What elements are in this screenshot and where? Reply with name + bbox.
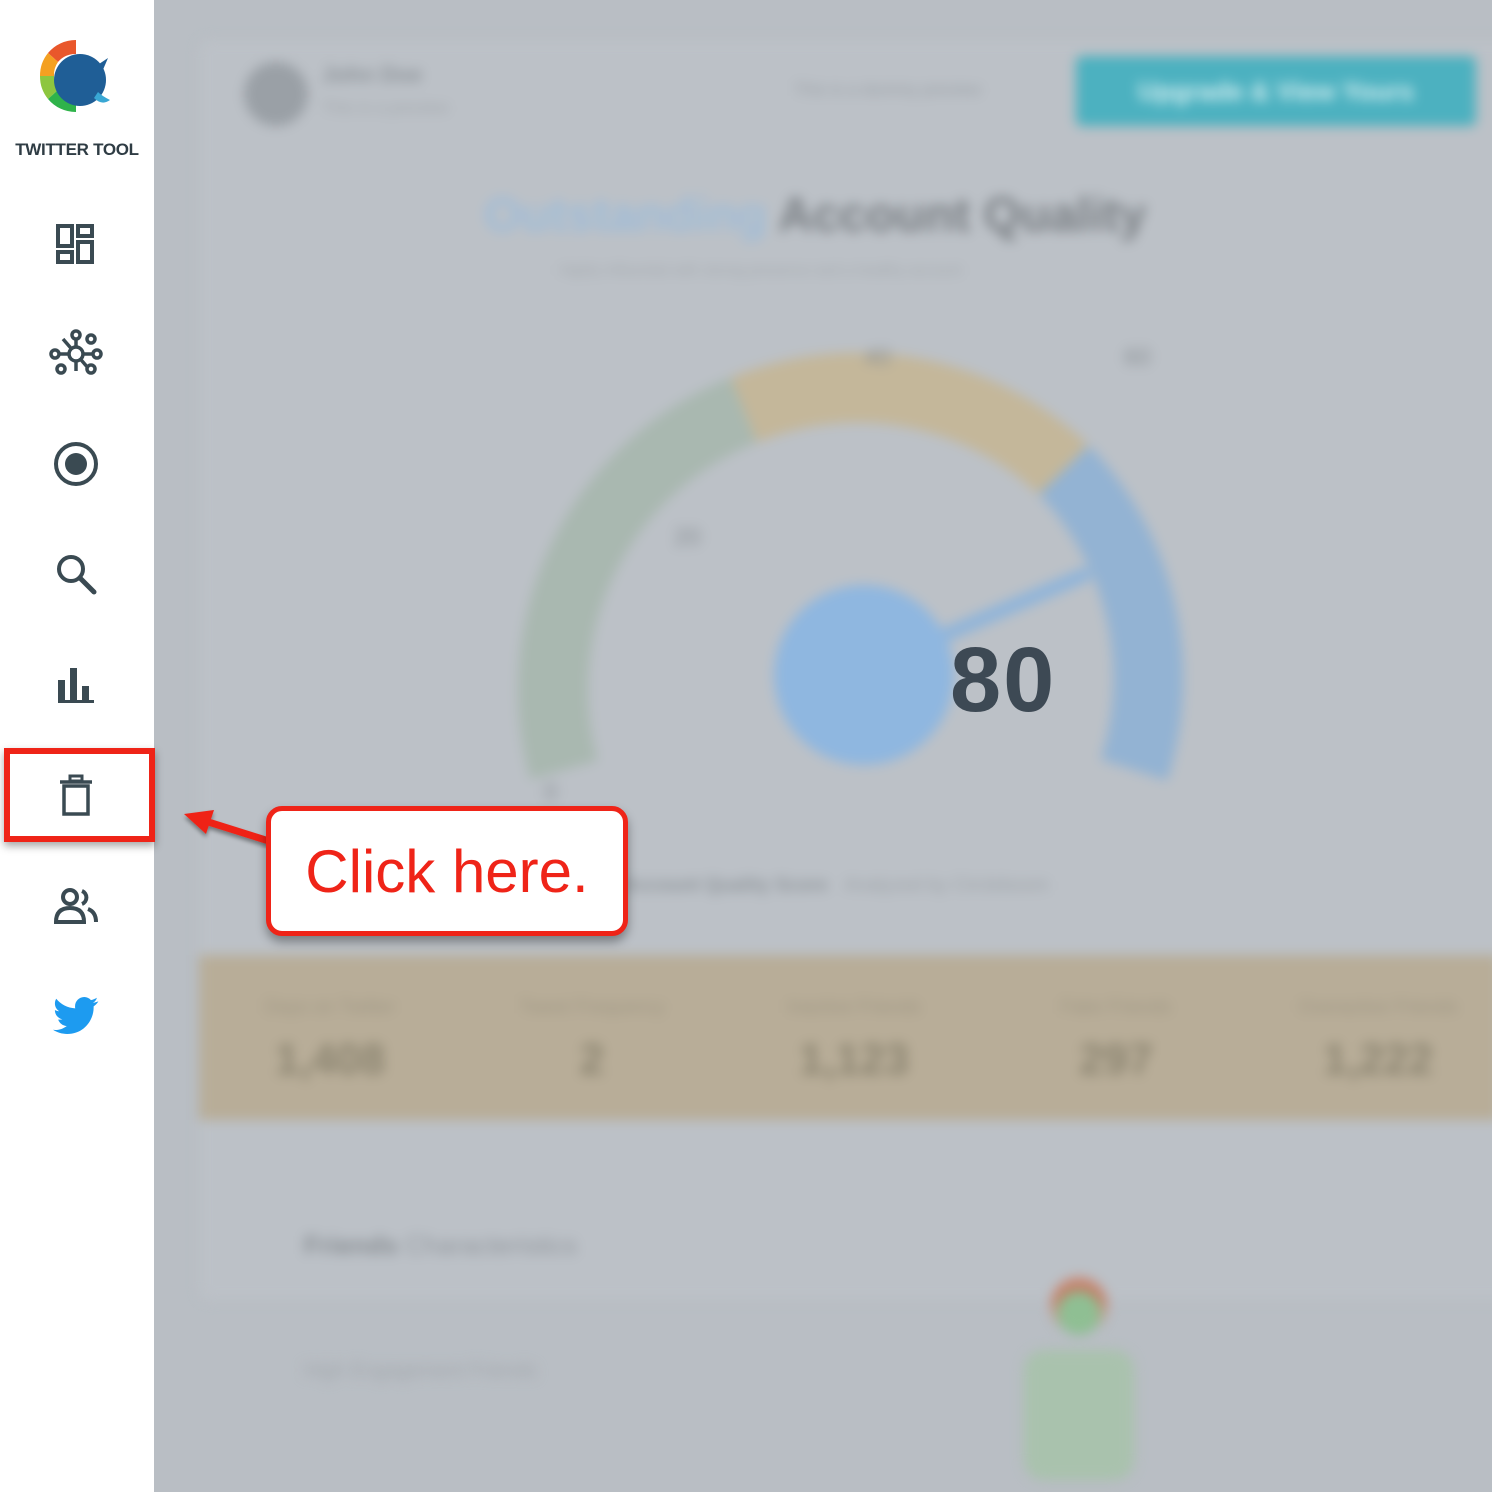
dashboard-icon	[56, 224, 94, 264]
nav-dashboard[interactable]	[42, 210, 110, 278]
stat-label: Inactive Friends	[786, 997, 922, 1018]
avatar	[244, 62, 308, 126]
stat-inactive: Inactive Friends 1,123	[723, 955, 985, 1120]
person-illustration	[1024, 1277, 1134, 1480]
gauge-tick-40: 40	[864, 344, 891, 371]
stat-label: Fake Friends	[1060, 997, 1172, 1018]
target-icon	[54, 442, 98, 486]
gauge-analyzed-by: Analyzed by Circleboom	[844, 875, 1049, 896]
stat-days: Days on Twitter 1,408	[199, 955, 461, 1120]
main-content: John Doe This is a preview This is a dum…	[154, 0, 1492, 1492]
nav-analytics[interactable]	[42, 650, 110, 718]
gauge-tick-0: 0	[544, 779, 557, 806]
stat-overactive: Overactive Friends 1,222	[1247, 955, 1492, 1120]
quality-gauge: 0 20 40 60 80 100	[518, 344, 1184, 806]
stat-value: 297	[1079, 1035, 1153, 1084]
stats-band: Days on Twitter 1,408 Tweet Frequency 2 …	[199, 955, 1492, 1120]
nav-network[interactable]	[42, 320, 110, 388]
app-logo	[39, 39, 110, 113]
nav-search[interactable]	[42, 540, 110, 608]
stat-frequency: Tweet Frequency 2	[461, 955, 723, 1120]
stat-value: 1,222	[1322, 1035, 1434, 1084]
stat-fake: Fake Friends 297	[985, 955, 1247, 1120]
stat-label: Overactive Friends	[1298, 997, 1458, 1018]
users-icon	[53, 888, 98, 924]
quality-headline: Outstanding Account Quality	[484, 188, 1146, 243]
stat-label: Tweet Frequency	[519, 997, 665, 1018]
nav-target[interactable]	[42, 430, 110, 498]
blurred-preview: John Doe This is a preview This is a dum…	[154, 0, 1492, 1492]
gauge-tick-60: 60	[1124, 344, 1151, 371]
quality-score: 80	[950, 629, 1057, 731]
search-icon	[57, 555, 97, 595]
nav-users[interactable]	[42, 872, 110, 940]
user-subtitle: This is a preview	[322, 98, 449, 117]
headline-accent: Outstanding	[484, 189, 767, 242]
network-icon	[49, 329, 103, 375]
user-name: John Doe	[322, 62, 423, 87]
friends-bold: Friends	[304, 1230, 398, 1260]
friends-rest: Characteristics	[397, 1230, 578, 1260]
gauge-tick-20: 20	[674, 524, 701, 551]
stat-value: 2	[579, 1035, 605, 1084]
sidebar: TWITTER TOOL	[0, 0, 154, 1492]
stat-label: Days on Twitter	[264, 997, 396, 1018]
preview-hint: This is a dummy preview	[794, 80, 982, 99]
stat-value: 1,408	[274, 1035, 386, 1084]
callout-arrow-icon	[184, 810, 274, 846]
upgrade-button[interactable]: Upgrade & View Yours	[1076, 56, 1476, 126]
bar-chart-icon	[58, 668, 94, 703]
stat-value: 1,123	[798, 1035, 910, 1084]
friends-heading: Friends Characteristics	[304, 1230, 577, 1261]
brand-name: TWITTER TOOL	[15, 140, 139, 159]
gauge-caption: Account Quality Score	[624, 875, 828, 896]
quality-subline: Highly influential with strong presence …	[559, 262, 962, 279]
twitter-bird-icon	[53, 997, 99, 1035]
callout-bubble: Click here.	[266, 806, 628, 936]
friends-row: High Engagement Friends	[304, 1360, 537, 1382]
highlight-box	[4, 748, 155, 842]
headline-rest: Account Quality	[766, 189, 1147, 242]
callout-text: Click here.	[305, 837, 589, 905]
nav-twitter[interactable]	[42, 982, 110, 1050]
